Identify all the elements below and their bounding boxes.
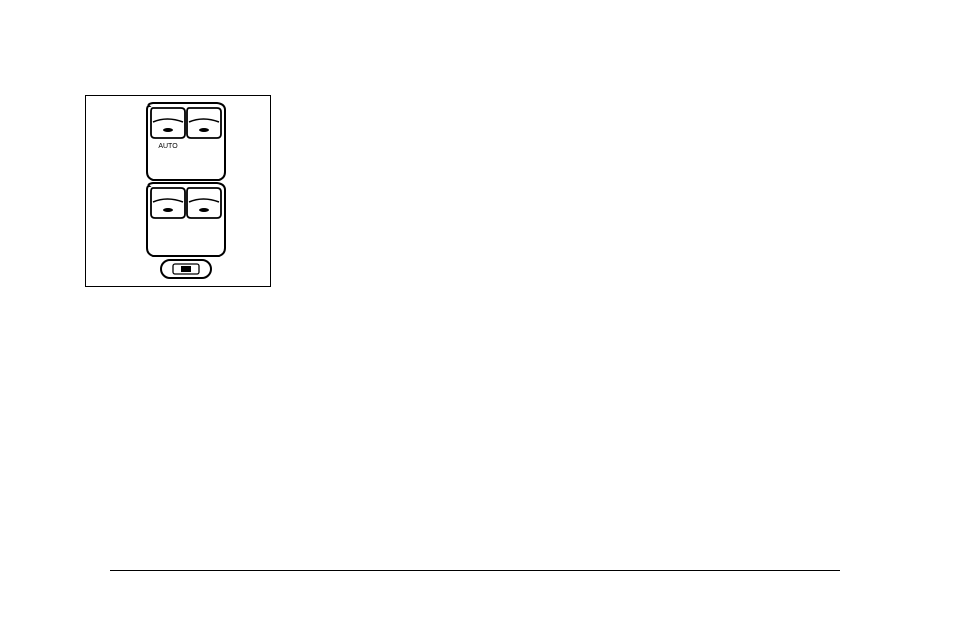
auto-label: AUTO bbox=[158, 143, 178, 150]
switch-panel: AUTO bbox=[139, 100, 237, 280]
window-switch-illustration: AUTO bbox=[85, 95, 271, 287]
page-container: AUTO bbox=[85, 95, 840, 287]
footer-rule bbox=[110, 570, 840, 571]
switch-panel-svg: AUTO bbox=[139, 100, 239, 284]
